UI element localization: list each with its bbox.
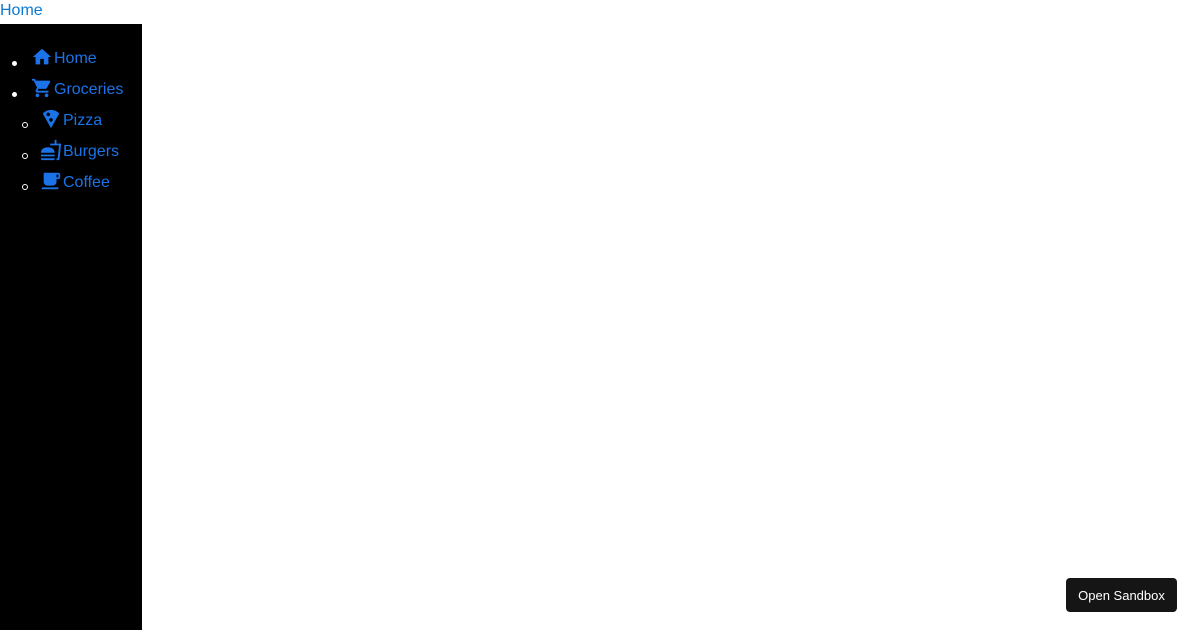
home-icon	[31, 46, 53, 68]
shopping-cart-icon	[31, 77, 53, 99]
sidebar-item-label: Home	[54, 50, 97, 67]
list-bullet-hollow	[22, 122, 28, 128]
coffee-icon	[40, 170, 62, 192]
top-home-link[interactable]: Home	[0, 2, 43, 20]
burger-icon	[40, 139, 62, 161]
list-bullet-hollow	[22, 184, 28, 190]
open-sandbox-button[interactable]: Open Sandbox	[1066, 578, 1177, 612]
sidebar-item-label: Pizza	[63, 112, 103, 129]
sidebar-item-label: Burgers	[63, 143, 120, 160]
sidebar-link-burgers[interactable]: Burgers	[40, 139, 119, 161]
sidebar-item-label: Coffee	[63, 174, 110, 191]
sidebar-link-pizza[interactable]: Pizza	[40, 108, 102, 130]
sidebar-link-home[interactable]: Home	[31, 46, 97, 68]
list-bullet-hollow	[22, 153, 28, 159]
pizza-icon	[40, 108, 62, 130]
sidebar-item-label: Groceries	[54, 81, 124, 98]
sidebar-link-coffee[interactable]: Coffee	[40, 170, 110, 192]
list-bullet	[12, 61, 17, 66]
sidebar: Home Groceries Pizza Burgers Coffee	[0, 24, 142, 630]
list-bullet	[12, 92, 17, 97]
sidebar-link-groceries[interactable]: Groceries	[31, 77, 123, 99]
